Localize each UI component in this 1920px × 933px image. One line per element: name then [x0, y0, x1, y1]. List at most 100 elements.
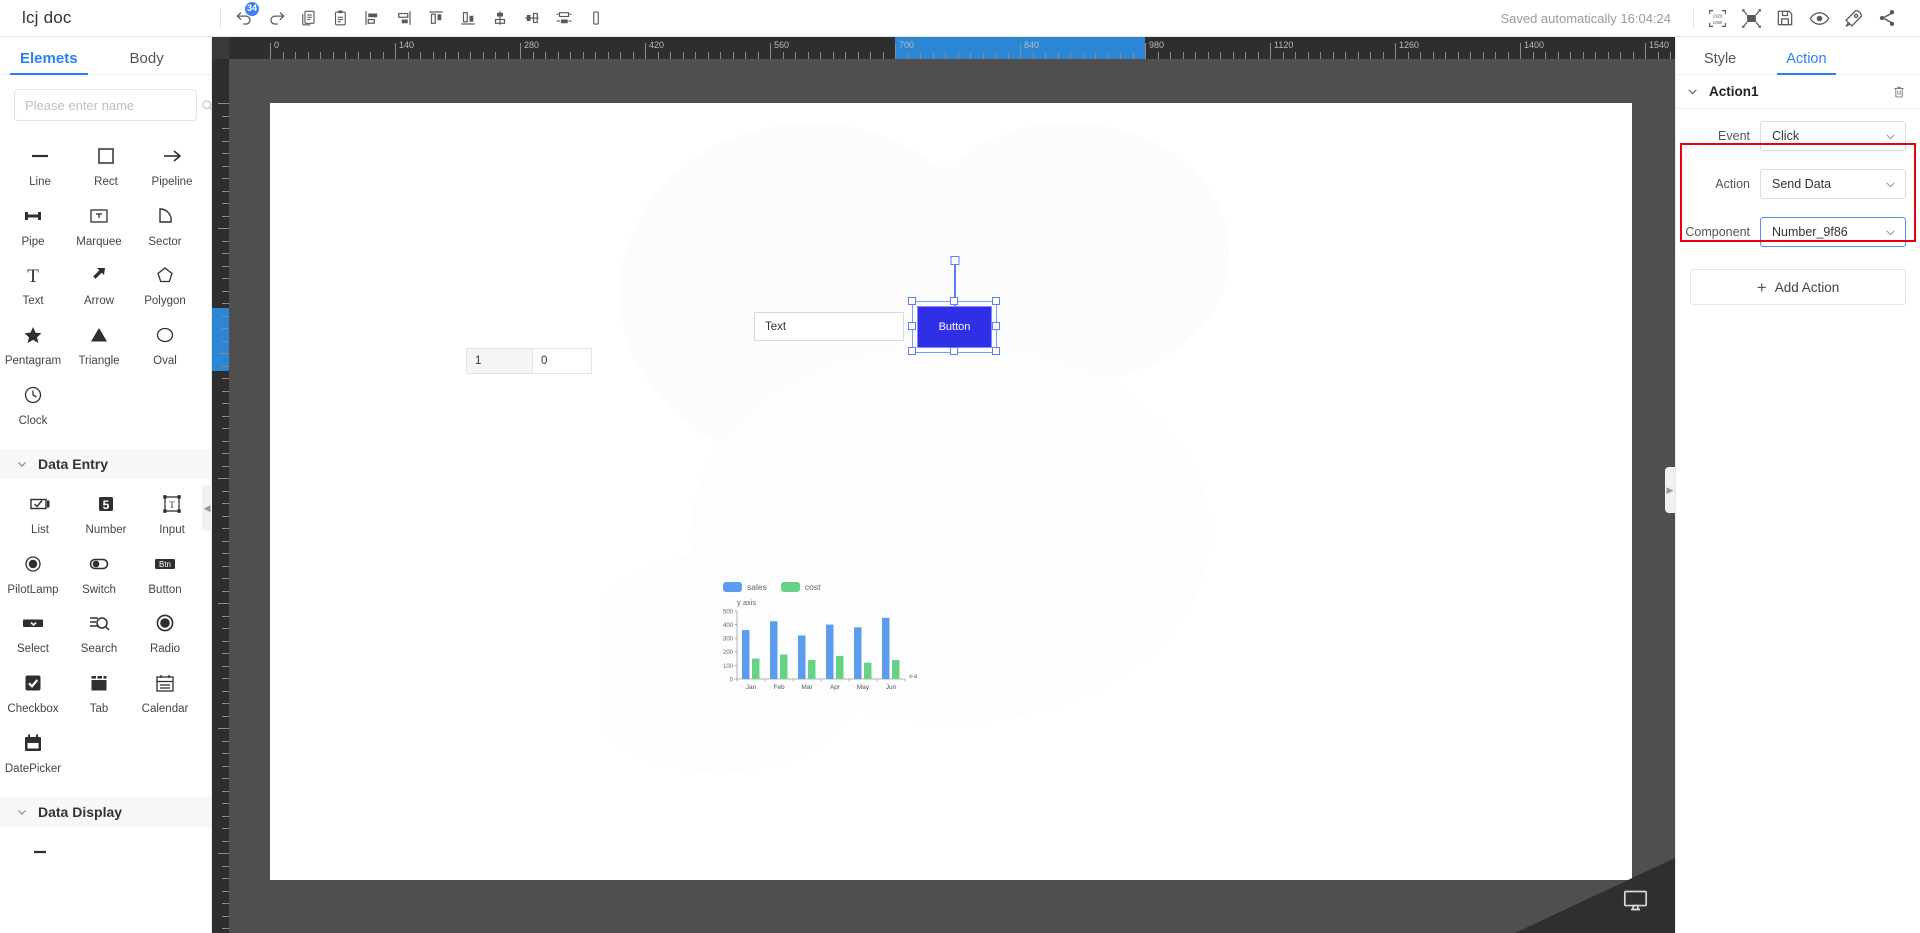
palette-group-header-data-display[interactable]: Data Display	[0, 797, 211, 828]
legend-item-cost[interactable]: cost	[780, 582, 820, 592]
palette-item-clock[interactable]: Clock	[3, 382, 63, 428]
checkbox-icon	[21, 670, 45, 696]
palette-item-text[interactable]: T Text	[3, 262, 63, 308]
palette-item-switch[interactable]: Switch	[69, 551, 129, 597]
number-widget-value[interactable]: 0	[532, 349, 591, 373]
toolbar-divider	[220, 8, 221, 28]
distribute-horizontal-icon[interactable]	[549, 3, 579, 33]
sidebar-tabs: Elemets Body	[0, 37, 211, 75]
palette-item-oval[interactable]: Oval	[135, 322, 195, 368]
svg-text:Apr: Apr	[830, 684, 841, 691]
palette-item-line[interactable]: Line	[10, 143, 70, 189]
fit-screen-icon[interactable]	[1736, 3, 1766, 33]
palette-item-pentagram[interactable]: Pentagram	[3, 322, 63, 368]
redo-icon[interactable]	[261, 3, 291, 33]
tab-style[interactable]: Style	[1698, 51, 1742, 74]
palette-item-checkbox[interactable]: Checkbox	[3, 670, 63, 716]
component-palette[interactable]: Line Rect Pipeline Pipe Marquee Sector T…	[0, 131, 211, 933]
tab-body[interactable]: Body	[124, 50, 170, 74]
resize-handle-e[interactable]	[992, 322, 1000, 330]
palette-item-pilotlamp[interactable]: PilotLamp	[3, 551, 63, 597]
resize-handle-w[interactable]	[908, 322, 916, 330]
svg-text:0: 0	[730, 677, 734, 683]
resize-handle-sw[interactable]	[908, 347, 916, 355]
palette-item-display-first[interactable]	[10, 839, 70, 872]
align-right-icon[interactable]	[389, 3, 419, 33]
tab-elements[interactable]: Elemets	[10, 50, 88, 75]
palette-item-sector[interactable]: Sector	[135, 203, 195, 249]
trash-icon[interactable]	[1892, 85, 1906, 99]
paste-icon[interactable]	[325, 3, 355, 33]
tab-action[interactable]: Action	[1777, 51, 1836, 75]
palette-item-pipe[interactable]: Pipe	[3, 203, 63, 249]
palette-item-select[interactable]: Select	[3, 610, 63, 656]
ruler-corner	[212, 37, 229, 59]
publish-icon[interactable]	[1838, 3, 1868, 33]
palette-item-input[interactable]: T Input	[142, 491, 202, 537]
component-select[interactable]: Number_9f86	[1760, 217, 1906, 247]
palette-item-calendar[interactable]: Calendar	[135, 670, 195, 716]
distribute-vertical-icon[interactable]	[581, 3, 611, 33]
legend-item-sales[interactable]: sales	[723, 582, 767, 592]
save-icon[interactable]	[1770, 3, 1800, 33]
chart-legend: sales cost	[707, 580, 927, 594]
palette-label: Marquee	[76, 235, 122, 248]
svg-text:300: 300	[723, 637, 734, 643]
align-bottom-icon[interactable]	[453, 3, 483, 33]
align-center-vertical-icon[interactable]	[485, 3, 515, 33]
palette-item-tab[interactable]: Tab	[69, 670, 129, 716]
palette-item-button[interactable]: Btn Button	[135, 551, 195, 597]
canvas-text-widget[interactable]: Text	[754, 312, 904, 341]
align-top-icon[interactable]	[421, 3, 451, 33]
add-action-button[interactable]: + Add Action	[1690, 269, 1906, 305]
search-input[interactable]	[25, 97, 201, 113]
preview-icon[interactable]	[1804, 3, 1834, 33]
preview-device-icon[interactable]	[1622, 887, 1649, 919]
resize-handle-ne[interactable]	[992, 297, 1000, 305]
horizontal-ruler[interactable]: 0140280420560700840980112012601400154016…	[229, 37, 1675, 59]
resolution-icon[interactable]: 1920 1080	[1702, 3, 1732, 33]
palette-item-marquee[interactable]: Marquee	[69, 203, 129, 249]
canvas-left-scroll-indicator[interactable]	[272, 493, 279, 603]
svg-text:Jan: Jan	[746, 684, 757, 691]
search-box[interactable]	[14, 89, 214, 121]
palette-item-rect[interactable]: Rect	[76, 143, 136, 189]
action-header: Action1	[1676, 75, 1920, 109]
right-panel-tabs: Style Action	[1676, 37, 1920, 75]
palette-label: Clock	[18, 414, 48, 427]
chevron-down-icon	[16, 458, 28, 470]
align-left-icon[interactable]	[357, 3, 387, 33]
palette-group-header-data-entry[interactable]: Data Entry	[0, 449, 211, 480]
palette-item-number[interactable]: 5 Number	[76, 491, 136, 537]
chevron-down-icon[interactable]	[1686, 85, 1699, 98]
field-row-action: Action Send Data	[1682, 167, 1906, 201]
vertical-ruler[interactable]: 01402804205607008409801120	[212, 59, 229, 933]
share-icon[interactable]	[1872, 3, 1902, 33]
resize-handle-nw[interactable]	[908, 297, 916, 305]
canvas-viewport[interactable]: 1 0 Text Button sales cost y axis 0 100 …	[229, 59, 1675, 933]
resize-handle-n[interactable]	[950, 297, 958, 305]
palette-item-pipeline[interactable]: Pipeline	[142, 143, 202, 189]
rotation-handle[interactable]	[950, 256, 959, 265]
right-panel-collapse-handle[interactable]: ▶	[1665, 467, 1675, 514]
palette-item-triangle[interactable]: Triangle	[69, 322, 129, 368]
add-action-label: Add Action	[1774, 279, 1840, 295]
artboard[interactable]: 1 0 Text Button sales cost y axis 0 100 …	[270, 103, 1632, 880]
palette-item-search[interactable]: Search	[69, 610, 129, 656]
action-select[interactable]: Send Data	[1760, 169, 1906, 199]
canvas-number-widget[interactable]: 1 0	[466, 348, 592, 374]
palette-item-list[interactable]: List	[10, 491, 70, 537]
undo-icon[interactable]: 34	[229, 2, 259, 33]
canvas-right-scroll-indicator[interactable]	[1623, 483, 1630, 593]
event-select[interactable]: Click	[1760, 121, 1906, 151]
sidebar-collapse-handle[interactable]: ◀	[202, 485, 212, 531]
palette-item-datepicker[interactable]: DatePicker	[3, 730, 63, 776]
resize-handle-s[interactable]	[950, 347, 958, 355]
palette-item-radio[interactable]: Radio	[135, 610, 195, 656]
palette-item-arrow[interactable]: Arrow	[69, 262, 129, 308]
resize-handle-se[interactable]	[992, 347, 1000, 355]
copy-icon[interactable]	[293, 3, 323, 33]
palette-item-polygon[interactable]: Polygon	[135, 262, 195, 308]
align-center-horizontal-icon[interactable]	[517, 3, 547, 33]
canvas-bar-chart-widget[interactable]: sales cost y axis 0 100 200 300 400 500 Jan Feb…	[707, 580, 927, 705]
